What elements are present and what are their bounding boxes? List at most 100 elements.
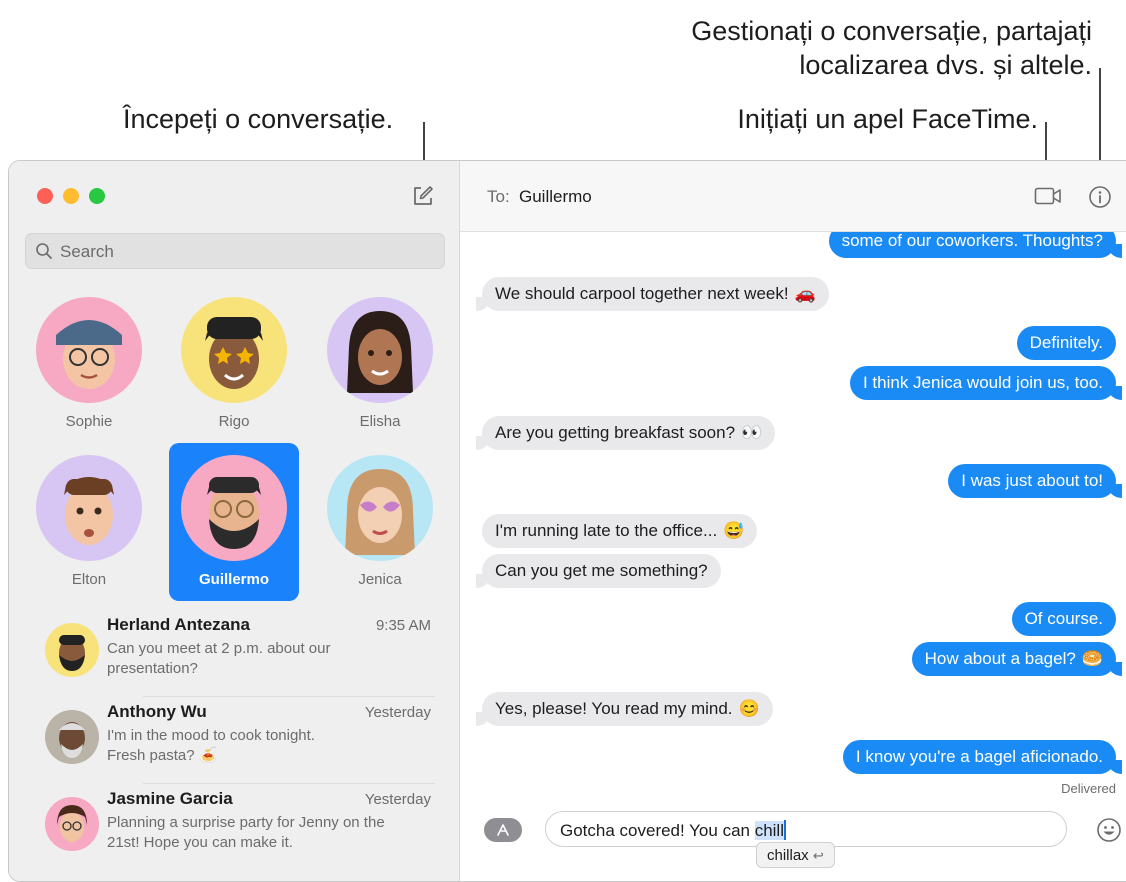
message-bubble[interactable]: some of our coworkers. Thoughts?	[828, 232, 1123, 258]
avatar	[36, 297, 142, 403]
info-button[interactable]	[1088, 185, 1112, 209]
smile-emoji: 😊	[738, 699, 760, 718]
conversation-pane: To: Guillermo some of our coworkers. Tho…	[460, 161, 1126, 881]
pinned-contact-elisha[interactable]: Elisha	[315, 285, 445, 443]
pinned-contact-rigo[interactable]: Rigo	[169, 285, 299, 443]
eyes-emoji: 👀	[741, 423, 763, 442]
message-bubble[interactable]: I'm running late to the office... 😅	[482, 514, 758, 548]
delivered-status: Delivered	[1061, 781, 1116, 796]
message-text: Yes, please! You read my mind.	[495, 699, 733, 718]
undo-arrow-icon: ↩	[812, 848, 824, 863]
conversation-time: Yesterday	[364, 791, 431, 808]
pin-name: Sophie	[65, 413, 113, 430]
search-field[interactable]: Search	[25, 233, 445, 269]
message-bubble[interactable]: I was just about to!	[948, 464, 1122, 498]
callout-manage-line1: Gestionați o conversație, partajați	[691, 16, 1092, 46]
message-bubble[interactable]: I know you're a bagel aficionado.	[842, 740, 1123, 774]
text-caret	[784, 820, 786, 840]
conversation-name: Jasmine Garcia	[107, 789, 233, 808]
message-bubble[interactable]: Definitely.	[1016, 326, 1116, 360]
conversation-item-jasmine-garcia[interactable]: Jasmine Garcia Yesterday Planning a surp…	[45, 785, 435, 871]
sweat-smile-emoji: 😅	[723, 521, 745, 540]
pin-name: Rigo	[218, 413, 250, 430]
avatar	[327, 297, 433, 403]
pinned-contact-sophie[interactable]: Sophie	[24, 285, 154, 443]
callout-manage-conversation: Gestionați o conversație, partajați loca…	[691, 14, 1092, 82]
car-emoji: 🚗	[794, 284, 816, 303]
callout-new-conversation: Începeți o conversație.	[123, 104, 394, 134]
avatar	[45, 797, 99, 851]
message-text: Are you getting breakfast soon?	[495, 423, 736, 442]
avatar	[181, 297, 287, 403]
compose-icon	[414, 186, 433, 205]
message-bubble[interactable]: Can you get me something?	[476, 554, 721, 588]
message-bubble[interactable]: Of course.	[1011, 602, 1116, 636]
pin-name: Jenica	[358, 571, 402, 588]
avatar	[36, 455, 142, 561]
message-text: I was just about to!	[961, 471, 1103, 490]
facetime-button[interactable]	[1034, 185, 1062, 207]
message-text: How about a bagel?	[924, 649, 1076, 668]
video-camera-icon	[1034, 187, 1061, 205]
avatar	[45, 623, 99, 677]
message-bubble[interactable]: How about a bagel? 🥯	[911, 642, 1123, 676]
conversation-time: Yesterday	[364, 704, 431, 721]
conversation-preview: Planning a surprise party for Jenny on t…	[107, 814, 385, 851]
pin-name: Guillermo	[198, 571, 269, 588]
message-text: Can you get me something?	[495, 561, 708, 580]
app-store-icon	[497, 824, 518, 836]
search-placeholder: Search	[60, 242, 114, 261]
message-text: I know you're a bagel aficionado.	[855, 747, 1103, 766]
typed-text: Gotcha covered! You can	[560, 821, 755, 840]
conversation-item-anthony-wu[interactable]: Anthony Wu Yesterday I'm in the mood to …	[45, 698, 435, 784]
conversation-time: 9:35 AM	[375, 617, 431, 634]
callout-facetime: Inițiați un apel FaceTime.	[737, 104, 1038, 134]
zoom-window-button[interactable]	[89, 188, 105, 204]
minimize-window-button[interactable]	[63, 188, 79, 204]
message-bubble[interactable]: Are you getting breakfast soon? 👀	[475, 416, 776, 450]
conversation-preview: I'm in the mood to cook tonight. Fresh p…	[107, 727, 315, 764]
divider	[143, 783, 435, 784]
message-text: I think Jenica would join us, too.	[862, 373, 1103, 392]
info-icon	[1089, 186, 1111, 208]
avatar	[45, 710, 99, 764]
avatar	[327, 455, 433, 561]
selected-word: chill	[754, 821, 784, 840]
message-text: Definitely.	[1029, 333, 1103, 352]
avatar	[181, 455, 287, 561]
conversation-name: Anthony Wu	[107, 702, 207, 721]
message-bubble[interactable]: We should carpool together next week! 🚗	[476, 277, 829, 311]
divider	[143, 696, 435, 697]
smiley-icon	[1097, 818, 1121, 842]
message-text: some of our coworkers. Thoughts?	[841, 232, 1103, 250]
message-input-text[interactable]: Gotcha covered! You can chill	[560, 820, 786, 841]
pinned-contact-elton[interactable]: Elton	[24, 443, 154, 601]
message-bubble[interactable]: I think Jenica would join us, too.	[849, 366, 1123, 400]
close-window-button[interactable]	[37, 188, 53, 204]
message-bubble[interactable]: Yes, please! You read my mind. 😊	[476, 692, 773, 726]
pin-name: Elisha	[359, 413, 401, 430]
to-label: To:	[487, 187, 510, 206]
conversation-preview: Can you meet at 2 p.m. about our present…	[107, 640, 331, 677]
recipient-name[interactable]: Guillermo	[519, 187, 592, 207]
suggestion-text: chillax	[767, 847, 809, 864]
callout-manage-line2: localizarea dvs. și altele.	[799, 50, 1092, 80]
message-text: We should carpool together next week!	[495, 284, 789, 303]
pin-name: Elton	[71, 571, 107, 588]
pinned-contact-guillermo[interactable]: Guillermo	[169, 443, 299, 601]
message-thread: some of our coworkers. Thoughts? We shou…	[460, 232, 1126, 792]
emoji-button[interactable]	[1096, 817, 1122, 843]
conversation-item-herland-antezana[interactable]: Herland Antezana 9:35 AM Can you meet at…	[45, 611, 435, 697]
sidebar: Search Sophie Rigo Elisha Elton Guillerm…	[9, 161, 460, 881]
search-icon	[36, 243, 52, 259]
message-text: Of course.	[1024, 609, 1103, 628]
bagel-emoji: 🥯	[1081, 649, 1103, 668]
compose-button[interactable]	[412, 185, 434, 207]
autocorrect-suggestion[interactable]: chillax ↩	[756, 842, 835, 868]
messages-window: Search Sophie Rigo Elisha Elton Guillerm…	[8, 160, 1126, 882]
message-text: I'm running late to the office...	[495, 521, 718, 540]
conversation-name: Herland Antezana	[107, 615, 250, 634]
apps-button[interactable]	[484, 818, 522, 842]
conversation-header: To: Guillermo	[460, 161, 1126, 232]
pinned-contact-jenica[interactable]: Jenica	[315, 443, 445, 601]
